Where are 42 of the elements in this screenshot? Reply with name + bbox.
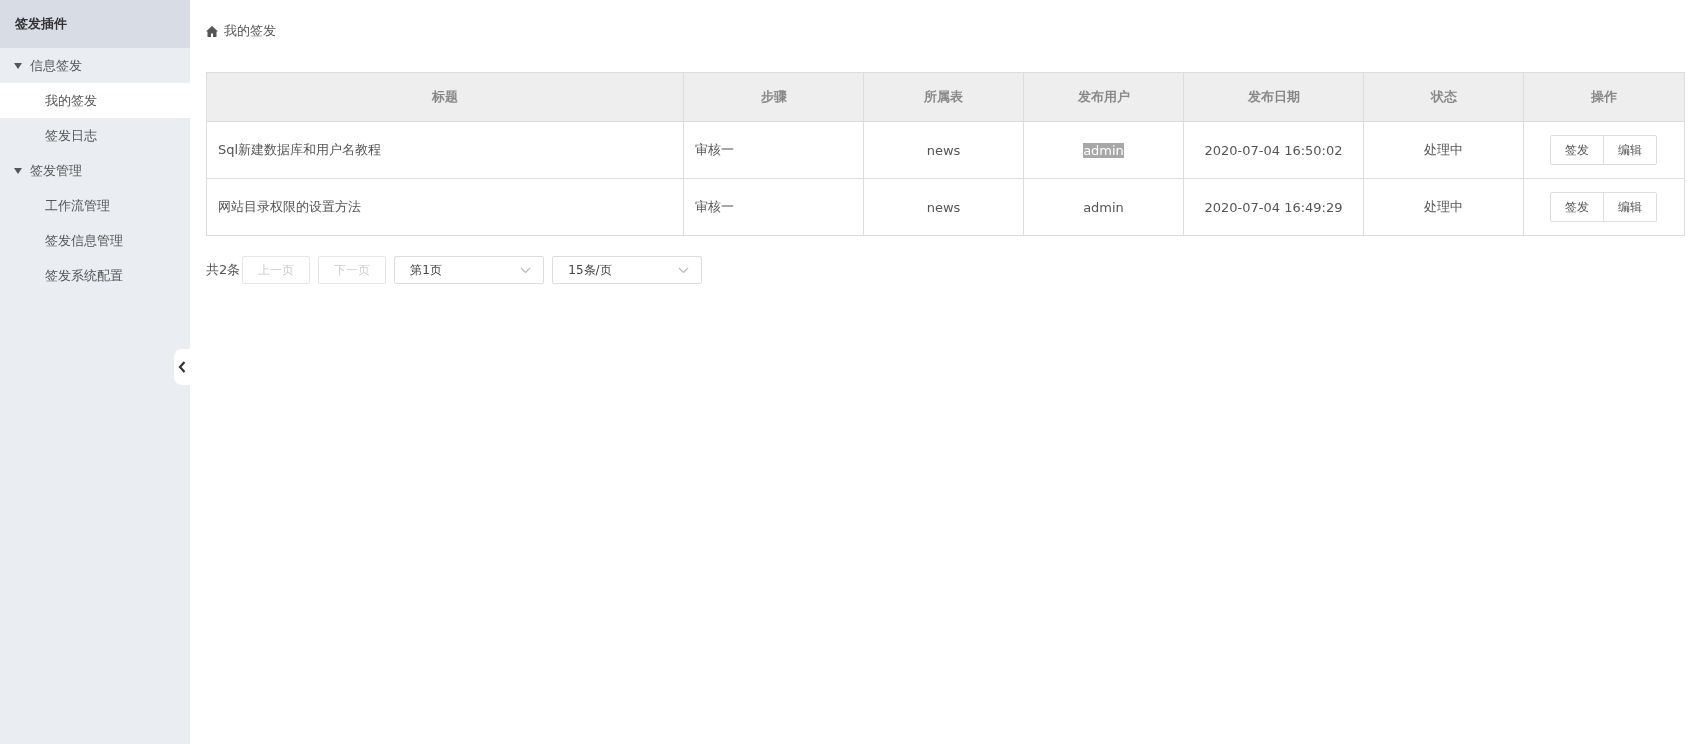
- table-cell: 2020-07-04 16:50:02: [1184, 121, 1364, 178]
- total-count: 共2条: [206, 261, 241, 279]
- column-header: 状态: [1364, 73, 1524, 121]
- table-cell: news: [864, 121, 1024, 178]
- collapse-button[interactable]: [174, 349, 190, 385]
- column-header: 发布用户: [1024, 73, 1184, 121]
- column-header: 操作: [1524, 73, 1684, 121]
- chevron-down-icon: [520, 266, 532, 274]
- menu-group[interactable]: 信息签发: [0, 48, 190, 83]
- table-cell: Sql新建数据库和用户名教程: [207, 121, 684, 178]
- page-select[interactable]: 第1页: [394, 256, 545, 284]
- table-cell: 网站目录权限的设置方法: [207, 178, 684, 235]
- action-button[interactable]: 编辑: [1603, 135, 1657, 165]
- action-button[interactable]: 编辑: [1603, 192, 1657, 222]
- menu-item[interactable]: 签发日志: [0, 118, 190, 153]
- menu-group[interactable]: 签发管理: [0, 153, 190, 188]
- column-header: 标题: [207, 73, 684, 121]
- caret-icon: [14, 62, 22, 69]
- menu-item[interactable]: 签发系统配置: [0, 258, 190, 293]
- caret-icon: [14, 167, 22, 174]
- table-cell: 处理中: [1364, 121, 1524, 178]
- table-cell: 审核一: [684, 178, 864, 235]
- table-cell: 审核一: [684, 121, 864, 178]
- page-size-select[interactable]: 15条/页: [552, 256, 703, 284]
- menu-item[interactable]: 签发信息管理: [0, 223, 190, 258]
- table-cell: news: [864, 178, 1024, 235]
- action-button[interactable]: 签发: [1550, 192, 1604, 222]
- menu-item[interactable]: 工作流管理: [0, 188, 190, 223]
- breadcrumb: 我的签发: [224, 22, 276, 40]
- table-cell: admin: [1083, 142, 1124, 158]
- table-cell: 2020-07-04 16:49:29: [1184, 178, 1364, 235]
- table-cell: admin: [1083, 199, 1124, 215]
- column-header: 发布日期: [1184, 73, 1364, 121]
- menu-item[interactable]: 我的签发: [0, 83, 190, 118]
- home-icon: [206, 25, 218, 37]
- chevron-left-icon: [178, 361, 186, 373]
- table-cell: 处理中: [1364, 178, 1524, 235]
- column-header: 所属表: [864, 73, 1024, 121]
- column-header: 步骤: [684, 73, 864, 121]
- chevron-down-icon: [678, 266, 690, 274]
- sidebar-title: 签发插件: [0, 0, 190, 48]
- action-button[interactable]: 签发: [1550, 135, 1604, 165]
